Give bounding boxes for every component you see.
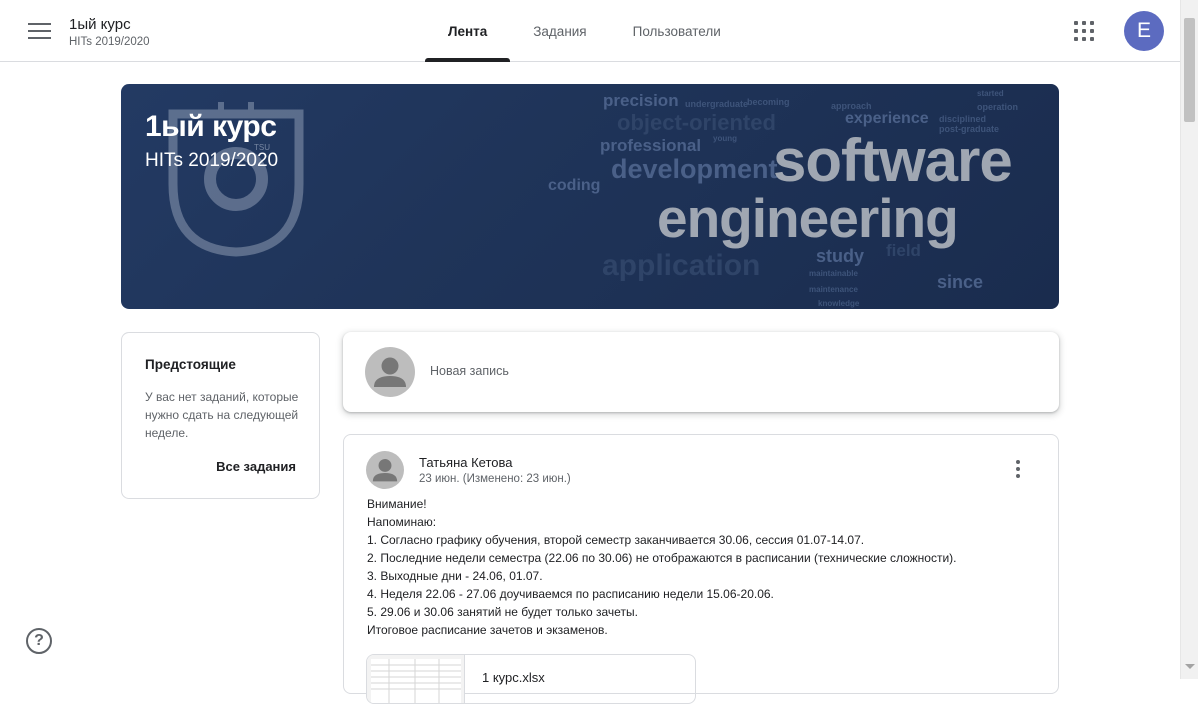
word-application: application [602, 249, 760, 282]
page-scrollbar[interactable] [1180, 0, 1198, 679]
word-undergraduate: undergraduate [685, 99, 748, 109]
tab-people[interactable]: Пользователи [610, 0, 744, 62]
word-study: study [816, 246, 864, 266]
new-post-composer[interactable]: Новая запись [343, 332, 1059, 412]
word-experience: experience [845, 110, 929, 127]
banner-title: 1ый курс [145, 110, 277, 143]
scrollbar-thumb[interactable] [1184, 18, 1195, 122]
apps-grid-icon[interactable] [1066, 13, 1102, 49]
post-line: Итоговое расписание зачетов и экзаменов. [367, 623, 608, 637]
upcoming-text: У вас нет заданий, которые нужно сдать н… [145, 390, 299, 440]
attachment-name[interactable]: 1 курс.xlsx [482, 670, 545, 685]
attachment-card[interactable]: 1 курс.xlsx [366, 654, 696, 704]
word-since: since [937, 272, 983, 292]
post-line: 5. 29.06 и 30.06 занятий не будет только… [367, 605, 638, 619]
word-engineering: engineering [657, 187, 958, 249]
post-body: Внимание! Напоминаю: 1. Согласно графику… [367, 495, 1047, 639]
banner-subtitle: HITs 2019/2020 [145, 150, 279, 171]
word-professional: professional [600, 136, 701, 155]
scroll-down-arrow-icon[interactable] [1185, 664, 1195, 669]
word-young: young [713, 134, 737, 143]
post-author: Татьяна Кетова [419, 455, 513, 470]
word-development: development [611, 154, 778, 184]
word-precision: precision [603, 91, 679, 110]
course-title[interactable]: 1ый курс [69, 16, 131, 33]
post-line: Внимание! [367, 497, 427, 511]
word-maintainable: maintainable [809, 269, 858, 278]
tab-classwork[interactable]: Задания [510, 0, 609, 62]
word-disciplined: disciplined [939, 114, 986, 124]
author-avatar-icon [366, 451, 404, 489]
word-knowledge: knowledge [818, 299, 860, 308]
word-object-oriented: object-oriented [617, 110, 776, 135]
account-avatar[interactable]: E [1124, 11, 1164, 51]
post-line: Напоминаю: [367, 515, 437, 529]
more-vert-icon[interactable] [1004, 455, 1032, 483]
menu-icon[interactable] [20, 13, 58, 49]
word-field: field [886, 241, 921, 260]
word-operation: operation [977, 102, 1018, 112]
tab-bar: Лента Задания Пользователи [425, 0, 744, 62]
post-line: 2. Последние недели семестра (22.06 по 3… [367, 551, 957, 565]
word-software: software [773, 127, 1012, 194]
post-line: 3. Выходные дни - 24.06, 01.07. [367, 569, 543, 583]
user-avatar-icon [365, 347, 415, 397]
help-icon[interactable]: ? [26, 628, 52, 654]
post-date: 23 июн. (Изменено: 23 июн.) [419, 473, 571, 485]
new-post-placeholder[interactable]: Новая запись [430, 364, 509, 378]
post-line: 4. Неделя 22.06 - 27.06 доучиваемся по р… [367, 587, 774, 601]
word-becoming: becoming [747, 97, 790, 107]
view-all-assignments-link[interactable]: Все задания [216, 459, 296, 474]
tab-stream[interactable]: Лента [425, 0, 511, 62]
course-subtitle: HITs 2019/2020 [69, 36, 150, 48]
word-started: started [977, 89, 1004, 98]
top-app-bar: 1ый курс HITs 2019/2020 Лента Задания По… [0, 0, 1180, 62]
upcoming-title: Предстоящие [145, 357, 236, 372]
spreadsheet-thumbnail [367, 655, 465, 703]
word-coding: coding [548, 177, 600, 194]
upcoming-card: Предстоящие У вас нет заданий, которые н… [121, 332, 320, 499]
course-banner: TSU precision undergraduate becoming app… [121, 84, 1059, 309]
word-maintenance: maintenance [809, 285, 858, 294]
announcement-post: Татьяна Кетова 23 июн. (Изменено: 23 июн… [343, 434, 1059, 704]
post-line: 1. Согласно графику обучения, второй сем… [367, 533, 865, 547]
